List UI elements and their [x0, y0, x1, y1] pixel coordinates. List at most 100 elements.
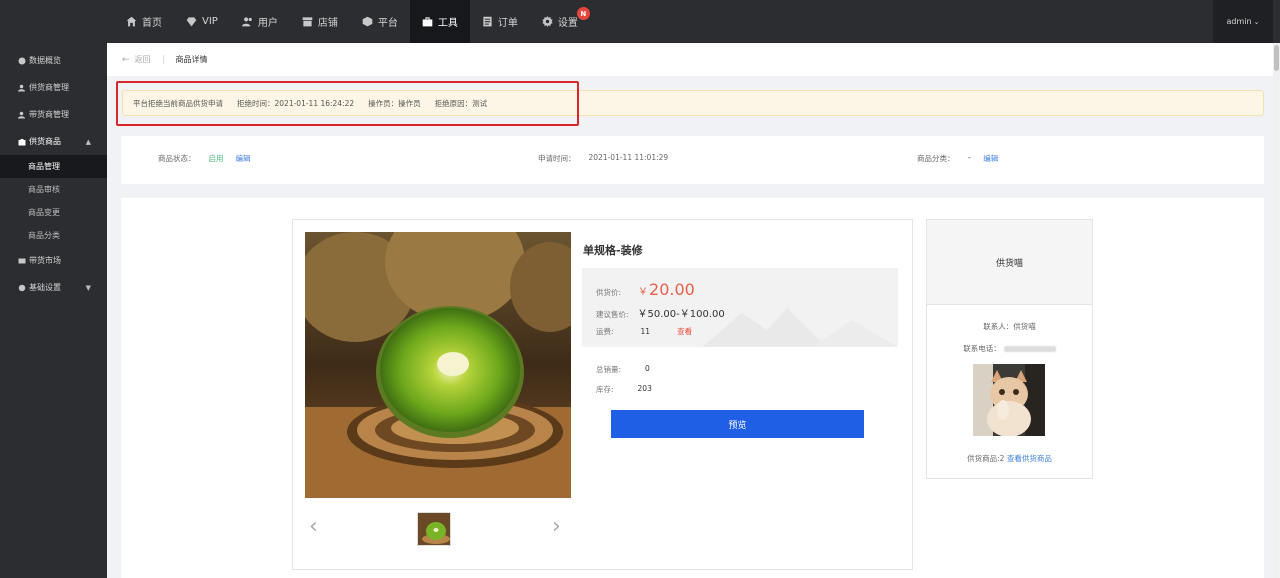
supply-price-value: 20.00 [649, 280, 695, 299]
diamond-icon [186, 17, 197, 27]
sidebar-item-seller-mgmt[interactable]: 带货商管理 [0, 101, 107, 128]
nav-orders-label: 订单 [497, 18, 518, 29]
apply-time-label: 申请时间： [538, 154, 576, 163]
sidebar-sub-goods-change[interactable]: 商品变更 [0, 201, 107, 224]
sidebar-item-market[interactable]: 带货市场 [0, 247, 107, 274]
nav-vip[interactable]: VIP [174, 0, 230, 43]
shipping-label: 运费: [596, 327, 614, 336]
top-navbar: 首页 VIP 用户 店铺 平台 工具 订单 设置 N admin ⌄ [0, 0, 1280, 43]
status-label: 商品状态： [158, 154, 196, 163]
nav-platform-label: 平台 [377, 18, 398, 29]
nav-home[interactable]: 首页 [114, 0, 174, 43]
status-edit-link[interactable]: 编辑 [236, 153, 251, 164]
stock-label: 库存: [596, 385, 614, 394]
supplier-name: 供货喵 [927, 220, 1092, 305]
supplier-avatar [973, 364, 1045, 436]
scrollbar-track[interactable] [1273, 43, 1280, 578]
shipping-view-link[interactable]: 查看 [677, 326, 692, 337]
suggested-price-label: 建议售价: [596, 310, 629, 319]
caret-down-icon: ▼ [85, 283, 91, 292]
price-panel: 供货价: ￥20.00 建议售价: ￥50.00-￥100.00 运费: 11 … [582, 268, 898, 347]
suggested-price-row: 建议售价: ￥50.00-￥100.00 [596, 305, 725, 320]
sidebar-item-supply-goods[interactable]: 供货商品 ▲ [0, 128, 107, 155]
sidebar-item-overview[interactable]: 数据概览 [0, 47, 107, 74]
suggested-price-value: ￥50.00-￥100.00 [637, 309, 725, 320]
nav-settings[interactable]: 设置 N [530, 0, 590, 43]
gear-icon [18, 284, 26, 291]
page-title: 商品详情 [175, 55, 208, 64]
supply-price-row: 供货价: ￥20.00 [596, 280, 695, 299]
breadcrumb-divider [162, 55, 164, 64]
category-value: – [967, 153, 972, 162]
sidebar: 数据概览 供货商管理 带货商管理 供货商品 ▲ 商品管理 商品审核 商品变更 商… [0, 43, 107, 578]
gear-icon [542, 16, 553, 27]
sidebar-item-label: 供货商管理 [29, 83, 69, 92]
nav-platform[interactable]: 平台 [350, 0, 410, 43]
nav-tools[interactable]: 工具 [409, 0, 470, 43]
supplier-goods: 供货商品:2 查看供货商品 [927, 453, 1092, 464]
toolbox-icon [422, 17, 433, 27]
supplier-contact: 联系人：供货喵 [983, 322, 1036, 331]
preview-button[interactable]: 预览 [611, 410, 864, 438]
market-icon [18, 258, 26, 263]
sidebar-sub-label: 商品审核 [28, 185, 60, 194]
store-icon [302, 17, 313, 27]
sidebar-sub-goods-mgmt[interactable]: 商品管理 [0, 155, 107, 178]
sidebar-item-label: 供货商品 [29, 137, 61, 146]
category-field: 商品分类： – 编辑 [917, 153, 998, 164]
logo-area [0, 0, 107, 43]
thumbnail-strip: ‹ › [305, 512, 571, 546]
thumbnail-image[interactable] [417, 512, 451, 546]
goods-detail-card: ‹ › 单规格-装修 供货价: ￥20.00 建议售价: ￥50.00-￥100… [121, 198, 1264, 578]
sidebar-item-basic-settings[interactable]: 基础设置 ▼ [0, 274, 107, 301]
user-name: admin [1226, 17, 1252, 26]
sales-value: 0 [645, 364, 650, 373]
category-edit-link[interactable]: 编辑 [983, 153, 998, 164]
chart-icon [18, 57, 26, 64]
stock-value: 203 [637, 384, 652, 393]
supply-price: ￥20.00 [638, 280, 695, 299]
bag-icon [18, 138, 26, 145]
users-icon [241, 17, 252, 27]
shipping-row: 运费: 11 查看 [596, 326, 692, 337]
stock-row: 库存: 203 [596, 384, 652, 395]
caret-up-icon: ▲ [85, 137, 91, 146]
user-icon [18, 111, 25, 118]
nav-orders[interactable]: 订单 [470, 0, 530, 43]
arrow-left-icon: ← [122, 54, 130, 65]
sidebar-sub-goods-category[interactable]: 商品分类 [0, 224, 107, 247]
apply-time-value: 2021-01-11 11:01:29 [588, 153, 669, 162]
back-label: 返回 [134, 55, 151, 64]
user-menu[interactable]: admin ⌄ [1213, 0, 1273, 43]
chevron-left-icon[interactable]: ‹ [309, 516, 318, 538]
nav-tools-label: 工具 [437, 18, 458, 29]
nav-users-label: 用户 [257, 18, 278, 29]
order-icon [483, 16, 492, 27]
chevron-down-icon: ⌄ [1253, 17, 1260, 26]
nav-users[interactable]: 用户 [230, 0, 290, 43]
view-supplier-goods-link[interactable]: 查看供货商品 [1007, 454, 1052, 463]
sidebar-item-label: 带货商管理 [29, 110, 69, 119]
status-field: 商品状态： 启用 编辑 [158, 153, 251, 164]
goods-info-card: 商品状态： 启用 编辑 申请时间： 2021-01-11 11:01:29 商品… [121, 136, 1264, 184]
settings-badge: N [576, 7, 590, 20]
currency-symbol: ￥ [638, 287, 649, 298]
nav-settings-label: 设置 [557, 18, 578, 29]
product-main-image[interactable] [305, 232, 571, 498]
sidebar-item-label: 数据概览 [29, 56, 61, 65]
sidebar-item-label: 带货市场 [29, 256, 61, 265]
nav-store[interactable]: 店铺 [290, 0, 350, 43]
back-button[interactable]: ← 返回 [122, 54, 151, 65]
category-label: 商品分类： [917, 154, 955, 163]
main-nav: 首页 VIP 用户 店铺 平台 工具 订单 设置 N [114, 0, 590, 43]
chevron-right-icon[interactable]: › [552, 516, 561, 538]
supplier-phone: 联系电话： [927, 343, 1092, 354]
kiwi-thumbnail [418, 513, 450, 545]
user-icon [18, 84, 25, 91]
scrollbar-thumb[interactable] [1274, 45, 1279, 71]
sidebar-item-supplier-mgmt[interactable]: 供货商管理 [0, 74, 107, 101]
kiwi-photo [305, 232, 571, 498]
supplier-goods-count: 供货商品:2 [967, 454, 1005, 463]
home-icon [126, 16, 137, 27]
sidebar-sub-goods-review[interactable]: 商品审核 [0, 178, 107, 201]
